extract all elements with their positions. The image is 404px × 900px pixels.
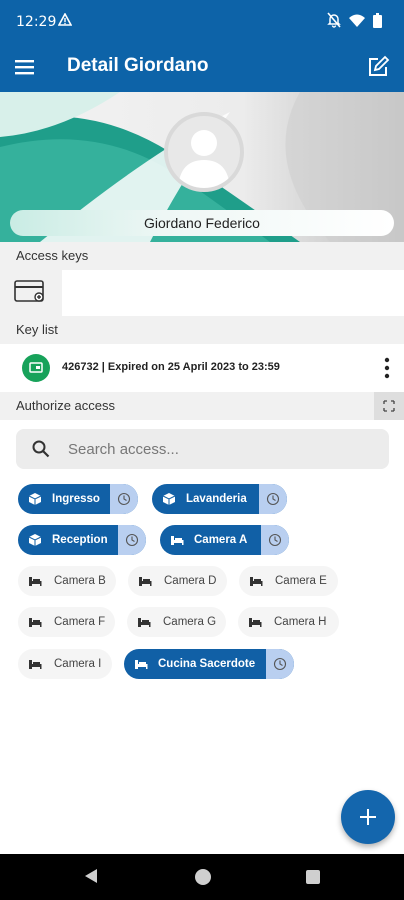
chip-cucina-sacerdote[interactable]: Cucina Sacerdote xyxy=(124,649,294,679)
chip-label: Camera B xyxy=(54,575,106,587)
chip-label: Camera E xyxy=(275,575,327,587)
page-title: Detail Giordano xyxy=(67,55,209,76)
chip-label: Ingresso xyxy=(52,493,100,505)
access-keys-list xyxy=(62,270,404,316)
search-bar xyxy=(16,429,389,469)
search-input[interactable] xyxy=(68,437,368,461)
clock-icon[interactable] xyxy=(110,484,138,514)
bed-icon xyxy=(137,615,151,629)
chip-reception[interactable]: Reception xyxy=(18,525,146,555)
authorize-access-heading: Authorize access xyxy=(0,392,404,420)
chip-camera-e[interactable]: Camera E xyxy=(239,566,338,596)
screen: 12:29 Detail Giordano Giordano Federico … xyxy=(0,0,404,900)
cube-icon xyxy=(28,492,42,506)
chip-camera-g[interactable]: Camera G xyxy=(127,607,226,637)
bed-icon xyxy=(28,574,42,588)
chip-label: Reception xyxy=(52,534,108,546)
chip-label: Camera H xyxy=(274,616,327,628)
search-icon xyxy=(32,440,50,458)
recents-icon[interactable] xyxy=(306,870,320,884)
profile-header: Giordano Federico xyxy=(0,92,404,242)
add-button[interactable] xyxy=(341,790,395,844)
person-icon xyxy=(178,130,230,188)
list-item[interactable]: 426732 | Expired on 25 April 2023 to 23:… xyxy=(0,345,404,391)
fullscreen-button[interactable] xyxy=(374,392,404,420)
back-icon[interactable] xyxy=(84,868,98,889)
status-time: 12:29 xyxy=(16,14,57,30)
bed-icon xyxy=(170,533,184,547)
chip-camera-d[interactable]: Camera D xyxy=(128,566,227,596)
chip-label: Cucina Sacerdote xyxy=(158,658,256,670)
status-bar: 12:29 xyxy=(0,0,404,44)
key-item-text: 426732 | Expired on 25 April 2023 to 23:… xyxy=(62,361,280,373)
access-keys-heading: Access keys xyxy=(0,242,404,270)
key-badge xyxy=(22,354,50,382)
chip-lavanderia[interactable]: Lavanderia xyxy=(152,484,287,514)
wifi-icon xyxy=(349,14,365,32)
bed-icon xyxy=(138,574,152,588)
plus-icon xyxy=(360,809,376,825)
edit-icon[interactable] xyxy=(366,55,390,79)
bed-icon xyxy=(134,657,148,671)
status-icons xyxy=(327,12,382,33)
access-keys-row xyxy=(0,270,404,316)
key-list-heading: Key list xyxy=(0,316,404,344)
chip-camera-f[interactable]: Camera F xyxy=(18,607,115,637)
clock-icon[interactable] xyxy=(266,649,294,679)
app-bar: Detail Giordano xyxy=(0,44,404,92)
clock-icon[interactable] xyxy=(118,525,146,555)
system-nav-bar xyxy=(0,854,404,900)
chip-camera-i[interactable]: Camera I xyxy=(18,649,112,679)
clock-icon[interactable] xyxy=(259,484,287,514)
chip-camera-b[interactable]: Camera B xyxy=(18,566,116,596)
bed-icon xyxy=(28,615,42,629)
menu-icon[interactable] xyxy=(14,56,36,78)
chip-label: Camera I xyxy=(54,658,102,670)
chip-label: Camera A xyxy=(194,534,248,546)
profile-name: Giordano Federico xyxy=(10,210,394,236)
more-vert-icon[interactable] xyxy=(384,357,390,379)
warning-icon xyxy=(57,12,73,31)
avatar[interactable] xyxy=(164,112,244,192)
battery-icon xyxy=(373,12,382,33)
chip-ingresso[interactable]: Ingresso xyxy=(18,484,138,514)
bed-icon xyxy=(248,615,262,629)
expand-icon xyxy=(383,400,395,412)
chip-camera-h[interactable]: Camera H xyxy=(238,607,339,637)
chip-label: Camera F xyxy=(54,616,106,628)
cube-icon xyxy=(162,492,176,506)
chip-label: Lavanderia xyxy=(186,493,247,505)
bell-off-icon xyxy=(327,12,341,33)
card-icon xyxy=(29,362,43,373)
chip-label: Camera D xyxy=(164,575,217,587)
home-icon[interactable] xyxy=(195,869,211,885)
keycard-icon[interactable] xyxy=(14,280,46,304)
clock-icon[interactable] xyxy=(261,525,289,555)
cube-icon xyxy=(28,533,42,547)
bed-icon xyxy=(249,574,263,588)
chip-label: Camera G xyxy=(163,616,217,628)
bed-icon xyxy=(28,657,42,671)
chip-camera-a[interactable]: Camera A xyxy=(160,525,289,555)
